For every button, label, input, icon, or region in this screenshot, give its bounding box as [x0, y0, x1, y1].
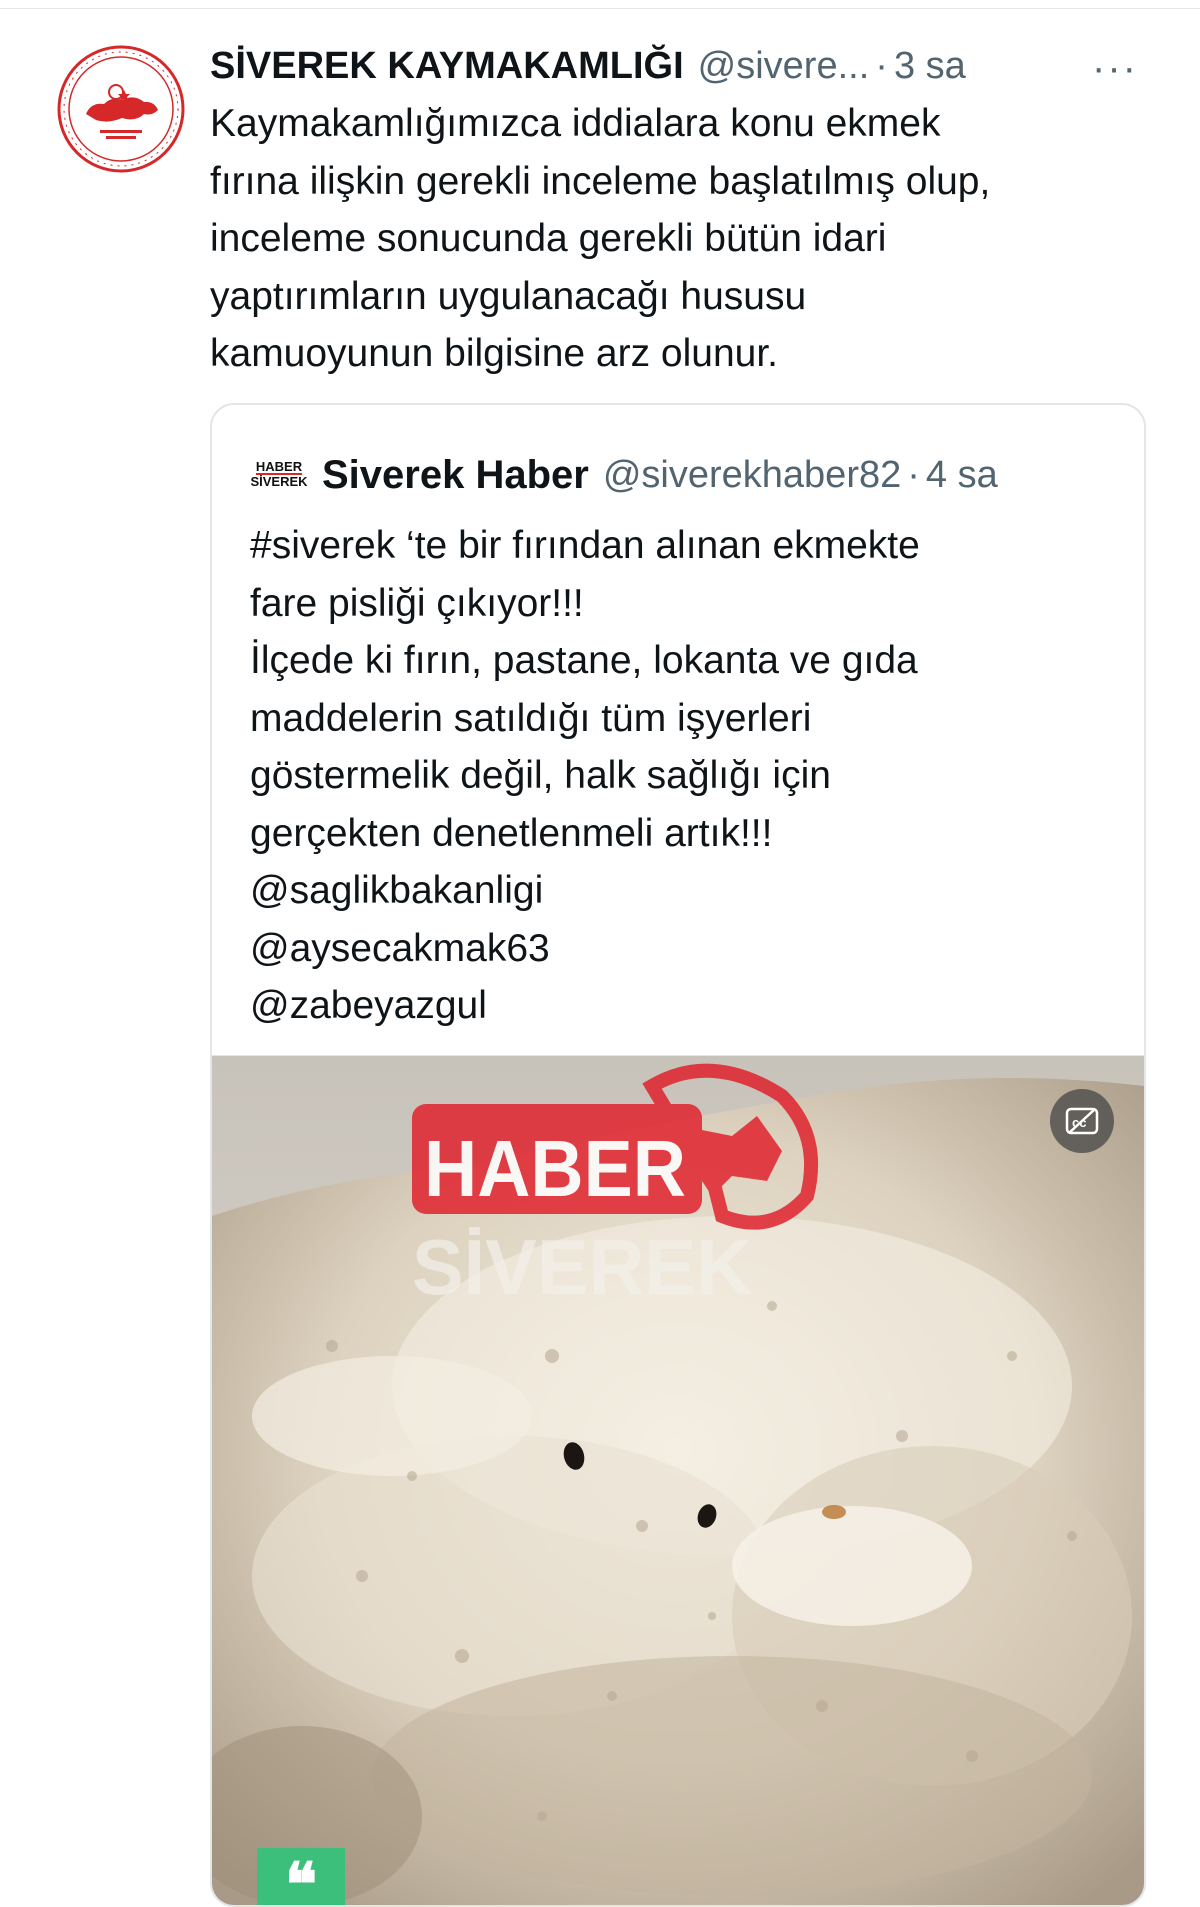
tweet-text-line: yaptırımların uygulanacağı hususu: [210, 274, 807, 318]
mention-link[interactable]: @aysecakmak63: [250, 920, 1130, 978]
quoted-author-handle[interactable]: @siverekhaber82: [603, 454, 901, 497]
separator-dot: ·: [875, 44, 888, 87]
quoted-text-line: gerçekten denetlenmeli artık!!!: [250, 811, 773, 855]
mention-link[interactable]: @saglikbakanligi: [250, 862, 1130, 920]
bread-photo: HABER SİVEREK: [212, 1056, 1144, 1905]
quote-badge-icon: ❝: [257, 1848, 345, 1905]
media-video[interactable]: HABER SİVEREK cc ❝: [212, 1055, 1144, 1905]
more-options-icon[interactable]: ···: [1092, 46, 1138, 91]
quoted-text-line: maddelerin satıldığı tüm işyerleri: [250, 696, 812, 740]
author-name[interactable]: SİVEREK KAYMAKAMLIĞI: [210, 45, 684, 88]
author-handle[interactable]: @sivere...: [698, 45, 870, 88]
quoted-text-line: #siverek ‘te bir fırından alınan ekmekte: [250, 524, 920, 567]
quoted-text-line: İlçede ki fırın, pastane, lokanta ve gıd…: [250, 639, 918, 682]
tweet-time[interactable]: 3 sa: [894, 45, 966, 88]
quoted-text-line: göstermelik değil, halk sağlığı için: [250, 754, 831, 797]
quoted-tweet-header: HABER SİVEREK Siverek Haber @siverekhabe…: [250, 445, 998, 505]
separator-dot: ·: [907, 453, 920, 496]
quoted-avatar[interactable]: HABER SİVEREK: [250, 453, 308, 497]
seal-logo-icon: [57, 45, 185, 173]
captions-button[interactable]: cc: [1050, 1089, 1114, 1153]
watermark-top-text: HABER: [424, 1124, 686, 1213]
quoted-avatar-top-text: HABER: [255, 459, 303, 475]
tweet-text-line: Kaymakamlığımızca iddialara konu ekmek: [210, 102, 941, 145]
mention-link[interactable]: @zabeyazgul: [250, 977, 1130, 1035]
watermark-bottom-text: SİVEREK: [412, 1223, 752, 1311]
tweet-text-line: inceleme sonucunda gerekli bütün idari: [210, 217, 887, 260]
quoted-text-line: fare pisliği çıkıyor!!!: [250, 581, 584, 625]
tweet-text-line: kamuoyunun bilgisine arz olunur.: [210, 332, 779, 375]
tweet-header: SİVEREK KAYMAKAMLIĞI @sivere... · 3 sa ·…: [210, 36, 1160, 96]
tweet-text: Kaymakamlığımızca iddialara konu ekmek f…: [210, 95, 1130, 383]
quoted-avatar-bottom-text: SİVEREK: [250, 474, 308, 489]
avatar[interactable]: [56, 44, 186, 174]
top-divider: [0, 8, 1200, 9]
closed-captions-icon: cc: [1065, 1107, 1099, 1135]
quoted-author-name[interactable]: Siverek Haber: [322, 453, 589, 498]
tweet-text-line: fırına ilişkin gerekli inceleme başlatıl…: [210, 159, 991, 203]
quoted-tweet-time[interactable]: 4 sa: [926, 454, 998, 497]
quoted-tweet-text: #siverek ‘te bir fırından alınan ekmekte…: [250, 517, 1130, 1035]
quoted-tweet-card[interactable]: HABER SİVEREK Siverek Haber @siverekhabe…: [210, 403, 1146, 1907]
